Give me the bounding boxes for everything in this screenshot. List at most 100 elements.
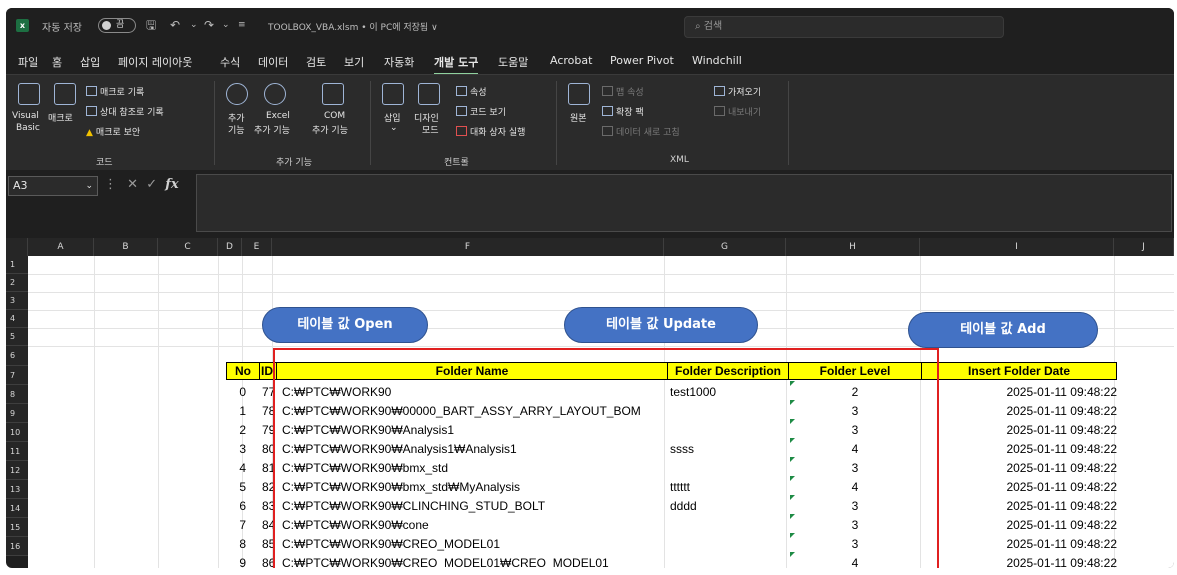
visual-basic-label-1[interactable]: Visual: [12, 111, 39, 121]
addins-label-2[interactable]: 기능: [228, 123, 245, 136]
update-table-button[interactable]: 테이블 값 Update: [564, 307, 758, 343]
worksheet-grid[interactable]: 테이블 값 Open 테이블 값 Update 테이블 값 Add No ID …: [28, 256, 1174, 568]
table-cell-no[interactable]: 6: [226, 497, 246, 515]
table-cell-insert-date[interactable]: 2025-01-11 09:48:22: [921, 516, 1117, 534]
table-cell-insert-date[interactable]: 2025-01-11 09:48:22: [921, 459, 1117, 477]
import-button[interactable]: 가져오기: [714, 85, 761, 98]
open-table-button[interactable]: 테이블 값 Open: [262, 307, 428, 343]
relative-ref-button[interactable]: 상대 참조로 기록: [86, 105, 164, 118]
table-cell-insert-date[interactable]: 2025-01-11 09:48:22: [921, 497, 1117, 515]
col-header-a[interactable]: A: [28, 238, 94, 256]
table-cell-insert-date[interactable]: 2025-01-11 09:48:22: [921, 383, 1117, 401]
tab-acrobat[interactable]: Acrobat: [550, 54, 592, 67]
col-header-e[interactable]: E: [242, 238, 272, 256]
insert-function-icon[interactable]: fx: [165, 177, 178, 192]
table-cell-insert-date[interactable]: 2025-01-11 09:48:22: [921, 421, 1117, 439]
row-header-14[interactable]: 14: [6, 499, 28, 518]
search-input[interactable]: ⌕ 검색: [684, 16, 1004, 38]
excel-addins-label-1[interactable]: Excel: [266, 111, 290, 121]
tab-windchill[interactable]: Windchill: [692, 54, 742, 67]
com-addins-label-2[interactable]: 추가 기능: [312, 123, 348, 136]
table-cell-no[interactable]: 5: [226, 478, 246, 496]
customize-qat-icon[interactable]: ≡: [238, 18, 246, 32]
file-name[interactable]: TOOLBOX_VBA.xlsm • 이 PC에 저장됨 ∨: [268, 20, 438, 33]
col-header-f[interactable]: F: [272, 238, 664, 256]
table-cell-insert-date[interactable]: 2025-01-11 09:48:22: [921, 535, 1117, 553]
properties-button[interactable]: 속성: [456, 85, 487, 98]
row-header-8[interactable]: 8: [6, 385, 28, 404]
row-header-3[interactable]: 3: [6, 292, 28, 310]
table-cell-no[interactable]: 8: [226, 535, 246, 553]
com-addins-icon[interactable]: [322, 83, 344, 105]
row-header-15[interactable]: 15: [6, 518, 28, 537]
addins-icon[interactable]: [226, 83, 248, 105]
table-cell-no[interactable]: 7: [226, 516, 246, 534]
add-table-button[interactable]: 테이블 값 Add: [908, 312, 1098, 348]
table-cell-insert-date[interactable]: 2025-01-11 09:48:22: [921, 554, 1117, 568]
col-header-i[interactable]: I: [920, 238, 1114, 256]
tab-review[interactable]: 검토: [306, 54, 326, 70]
row-header-13[interactable]: 13: [6, 480, 28, 499]
design-mode-label-2[interactable]: 모드: [422, 123, 439, 136]
row-header-1[interactable]: 1: [6, 256, 28, 274]
tab-file[interactable]: 파일: [18, 54, 38, 70]
cancel-icon[interactable]: ✕: [127, 177, 138, 192]
row-header-5[interactable]: 5: [6, 328, 28, 346]
expansion-packs-button[interactable]: 확장 팩: [602, 105, 644, 118]
col-header-j[interactable]: J: [1114, 238, 1174, 256]
macro-icon[interactable]: [54, 83, 76, 105]
row-header-2[interactable]: 2: [6, 274, 28, 292]
undo-icon[interactable]: ↶: [170, 18, 180, 32]
tab-view[interactable]: 보기: [344, 54, 364, 70]
insert-control-icon[interactable]: [382, 83, 404, 105]
row-header-6[interactable]: 6: [6, 346, 28, 366]
run-dialog-button[interactable]: 대화 상자 실행: [456, 125, 525, 138]
macro-label[interactable]: 매크로: [48, 111, 73, 124]
name-box[interactable]: A3 ⌄: [8, 176, 98, 196]
save-icon[interactable]: 🖫: [146, 18, 156, 32]
row-header-16[interactable]: 16: [6, 537, 28, 556]
col-header-c[interactable]: C: [158, 238, 218, 256]
design-mode-icon[interactable]: [418, 83, 440, 105]
table-cell-no[interactable]: 3: [226, 440, 246, 458]
tab-developer[interactable]: 개발 도구: [434, 54, 479, 75]
view-code-button[interactable]: 코드 보기: [456, 105, 506, 118]
table-cell-insert-date[interactable]: 2025-01-11 09:48:22: [921, 478, 1117, 496]
table-cell-insert-date[interactable]: 2025-01-11 09:48:22: [921, 402, 1117, 420]
macro-security-button[interactable]: ▲ 매크로 보안: [86, 125, 140, 138]
row-header-11[interactable]: 11: [6, 442, 28, 461]
visual-basic-label-2[interactable]: Basic: [16, 123, 40, 133]
col-header-b[interactable]: B: [94, 238, 158, 256]
xml-source-icon[interactable]: [568, 83, 590, 105]
tab-data[interactable]: 데이터: [258, 54, 288, 70]
insert-dropdown-icon[interactable]: ⌄: [390, 123, 398, 133]
xml-source-label[interactable]: 원본: [570, 111, 587, 124]
row-header-4[interactable]: 4: [6, 310, 28, 328]
table-cell-no[interactable]: 1: [226, 402, 246, 420]
tab-insert[interactable]: 삽입: [80, 54, 100, 70]
table-cell-no[interactable]: 2: [226, 421, 246, 439]
visual-basic-icon[interactable]: [18, 83, 40, 105]
record-macro-button[interactable]: 매크로 기록: [86, 85, 144, 98]
tab-help[interactable]: 도움말: [498, 54, 528, 70]
enter-icon[interactable]: ✓: [146, 177, 157, 192]
row-header-10[interactable]: 10: [6, 423, 28, 442]
col-header-d[interactable]: D: [218, 238, 242, 256]
excel-addins-label-2[interactable]: 추가 기능: [254, 123, 290, 136]
row-header-12[interactable]: 12: [6, 461, 28, 480]
chevron-down-icon[interactable]: ⌄: [85, 177, 93, 195]
col-header-h[interactable]: H: [786, 238, 920, 256]
tab-page-layout[interactable]: 페이지 레이아웃: [118, 54, 192, 70]
com-addins-label-1[interactable]: COM: [324, 111, 345, 121]
tab-home[interactable]: 홈: [52, 54, 62, 70]
table-cell-insert-date[interactable]: 2025-01-11 09:48:22: [921, 440, 1117, 458]
excel-addins-icon[interactable]: [264, 83, 286, 105]
tab-formulas[interactable]: 수식: [220, 54, 240, 70]
formula-input[interactable]: [196, 174, 1172, 232]
table-cell-no[interactable]: 9: [226, 554, 246, 568]
table-cell-no[interactable]: 0: [226, 383, 246, 401]
undo-dropdown-icon[interactable]: ⌄: [190, 18, 198, 32]
col-header-g[interactable]: G: [664, 238, 786, 256]
row-header-9[interactable]: 9: [6, 404, 28, 423]
autosave-toggle[interactable]: 끔: [98, 18, 136, 33]
